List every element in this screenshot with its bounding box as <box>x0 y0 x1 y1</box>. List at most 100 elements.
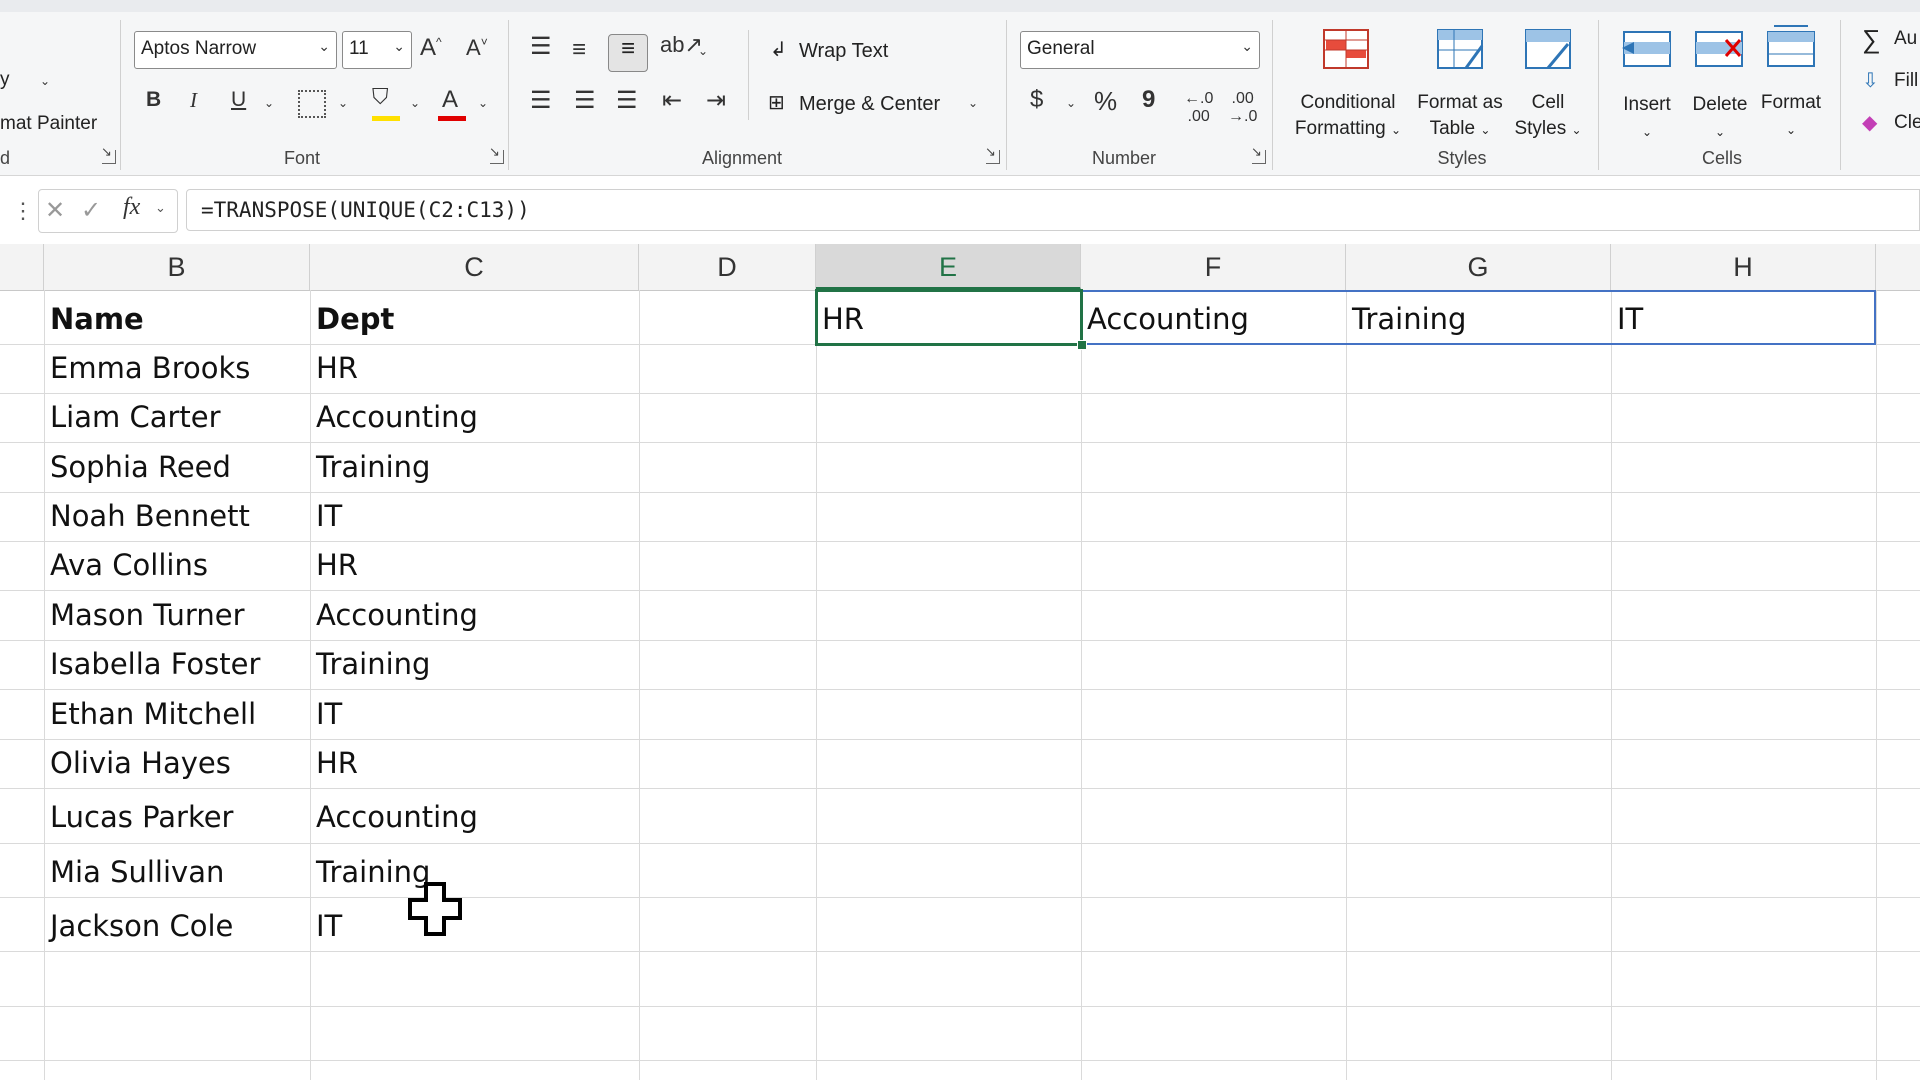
spill-cell-e1[interactable]: HR <box>822 302 864 336</box>
gridline <box>310 290 311 1080</box>
table-cell-dept[interactable]: IT <box>316 909 342 943</box>
align-left-icon[interactable]: ☰ <box>530 86 552 115</box>
header-cell-name[interactable]: Name <box>50 302 144 336</box>
font-family-select[interactable]: Aptos Narrow ⌄ <box>134 31 337 69</box>
middle-align-icon[interactable]: ≡ <box>572 36 586 64</box>
table-cell-name[interactable]: Ethan Mitchell <box>50 697 256 731</box>
comma-style-button[interactable]: 9 <box>1142 86 1155 114</box>
table-cell-dept[interactable]: IT <box>316 499 342 533</box>
font-color-button[interactable]: A <box>442 86 458 114</box>
enter-check-icon[interactable]: ✓ <box>81 196 101 225</box>
copy-button[interactable]: y <box>0 69 10 91</box>
column-header-h[interactable]: H <box>1611 244 1876 290</box>
autosum-button[interactable]: Au <box>1894 28 1917 50</box>
clipboard-launcher-icon[interactable] <box>101 144 116 164</box>
table-cell-name[interactable]: Mia Sullivan <box>50 855 224 889</box>
cancel-icon[interactable]: ✕ <box>45 196 65 225</box>
cell-styles-button[interactable]: Cell Styles ⌄ <box>1504 90 1592 143</box>
table-cell-dept[interactable]: HR <box>316 351 358 385</box>
font-size-select[interactable]: 11 ⌄ <box>342 31 412 69</box>
increase-font-size-button[interactable]: A^ <box>420 34 442 62</box>
header-cell-dept[interactable]: Dept <box>316 302 394 336</box>
conditional-formatting-button[interactable]: Conditional Formatting ⌄ <box>1284 90 1412 143</box>
column-header-e[interactable]: E <box>816 244 1081 290</box>
gridline <box>0 640 1920 641</box>
increase-decimal-icon[interactable]: ←.0.00 <box>1184 90 1213 126</box>
spill-cell-h1[interactable]: IT <box>1617 302 1643 336</box>
copy-dropdown-icon[interactable]: ⌄ <box>40 74 50 88</box>
clear-button[interactable]: Cle <box>1894 112 1920 134</box>
orientation-icon[interactable]: ab↗ <box>660 32 703 58</box>
fill-color-icon[interactable]: ⛉ <box>372 84 389 110</box>
table-cell-dept[interactable]: Accounting <box>316 800 478 834</box>
table-cell-name[interactable]: Emma Brooks <box>50 351 250 385</box>
column-header-f[interactable]: F <box>1081 244 1346 290</box>
chevron-down-icon[interactable]: ⌄ <box>155 200 166 216</box>
table-cell-name[interactable]: Ava Collins <box>50 548 208 582</box>
fill-color-bar <box>372 116 400 121</box>
decrease-font-size-button[interactable]: A˅ <box>466 34 488 62</box>
underline-dropdown-icon[interactable]: ⌄ <box>264 96 274 110</box>
column-header-g[interactable]: G <box>1346 244 1611 290</box>
fill-button[interactable]: Fill <box>1894 70 1918 92</box>
fill-color-dropdown-icon[interactable]: ⌄ <box>410 96 420 110</box>
table-cell-dept[interactable]: Training <box>316 450 430 484</box>
column-header-d[interactable]: D <box>639 244 816 290</box>
insert-button[interactable]: Insert ⌄ <box>1610 92 1684 145</box>
table-cell-dept[interactable]: Accounting <box>316 400 478 434</box>
number-launcher-icon[interactable] <box>1251 144 1266 164</box>
underline-button[interactable]: U <box>231 88 246 112</box>
table-cell-dept[interactable]: Training <box>316 647 430 681</box>
bottom-align-icon[interactable]: ≡ <box>608 34 648 72</box>
conditional-formatting-icon <box>1323 29 1369 69</box>
format-as-table-button[interactable]: Format as Table ⌄ <box>1412 90 1508 143</box>
chevron-down-icon: ⌄ <box>1641 125 1653 139</box>
spill-cell-g1[interactable]: Training <box>1352 302 1466 336</box>
merge-dropdown-icon[interactable]: ⌄ <box>968 96 978 110</box>
table-cell-dept[interactable]: HR <box>316 548 358 582</box>
decrease-decimal-icon[interactable]: .00 →.0 <box>1228 90 1257 126</box>
table-cell-name[interactable]: Olivia Hayes <box>50 746 231 780</box>
wrap-text-button[interactable]: Wrap Text <box>799 40 888 63</box>
separator <box>1840 20 1841 170</box>
align-center-icon[interactable]: ☰ <box>574 86 596 115</box>
table-cell-name[interactable]: Liam Carter <box>50 400 221 434</box>
font-color-dropdown-icon[interactable]: ⌄ <box>478 96 488 110</box>
decrease-indent-icon[interactable]: ⇤ <box>662 86 682 115</box>
spill-cell-f1[interactable]: Accounting <box>1087 302 1249 336</box>
currency-dropdown-icon[interactable]: ⌄ <box>1066 96 1076 110</box>
table-cell-name[interactable]: Sophia Reed <box>50 450 231 484</box>
fill-handle[interactable] <box>1077 340 1087 350</box>
column-header-b[interactable]: B <box>44 244 310 290</box>
table-cell-dept[interactable]: HR <box>316 746 358 780</box>
top-align-icon[interactable]: ☰ <box>530 32 552 61</box>
orientation-dropdown-icon[interactable]: ⌄ <box>698 44 708 58</box>
bold-button[interactable]: B <box>146 88 161 112</box>
alignment-launcher-icon[interactable] <box>985 144 1000 164</box>
formula-input[interactable]: =TRANSPOSE(UNIQUE(C2:C13)) <box>186 189 1920 231</box>
number-format-select[interactable]: General ⌄ <box>1020 31 1260 69</box>
table-cell-dept[interactable]: IT <box>316 697 342 731</box>
insert-function-button[interactable]: fx <box>123 194 140 221</box>
column-header-c[interactable]: C <box>310 244 639 290</box>
percent-button[interactable]: % <box>1094 86 1117 117</box>
currency-button[interactable]: $ <box>1030 86 1043 114</box>
more-options-icon[interactable]: ⋮ <box>12 198 34 224</box>
align-right-icon[interactable]: ☰ <box>616 86 638 115</box>
table-cell-name[interactable]: Noah Bennett <box>50 499 250 533</box>
borders-icon[interactable] <box>298 90 326 118</box>
borders-dropdown-icon[interactable]: ⌄ <box>338 96 348 110</box>
increase-indent-icon[interactable]: ⇥ <box>706 86 726 115</box>
format-painter-button[interactable]: mat Painter <box>0 113 97 135</box>
italic-button[interactable]: I <box>190 88 197 113</box>
table-cell-name[interactable]: Jackson Cole <box>50 909 233 943</box>
delete-button[interactable]: Delete ⌄ <box>1684 92 1756 145</box>
table-cell-name[interactable]: Lucas Parker <box>50 800 233 834</box>
format-button[interactable]: Format ⌄ <box>1754 90 1828 143</box>
font-launcher-icon[interactable] <box>489 144 504 164</box>
column-header-a-partial[interactable] <box>0 244 44 290</box>
table-cell-dept[interactable]: Accounting <box>316 598 478 632</box>
merge-center-button[interactable]: Merge & Center <box>799 93 940 116</box>
table-cell-name[interactable]: Mason Turner <box>50 598 245 632</box>
table-cell-name[interactable]: Isabella Foster <box>50 647 260 681</box>
